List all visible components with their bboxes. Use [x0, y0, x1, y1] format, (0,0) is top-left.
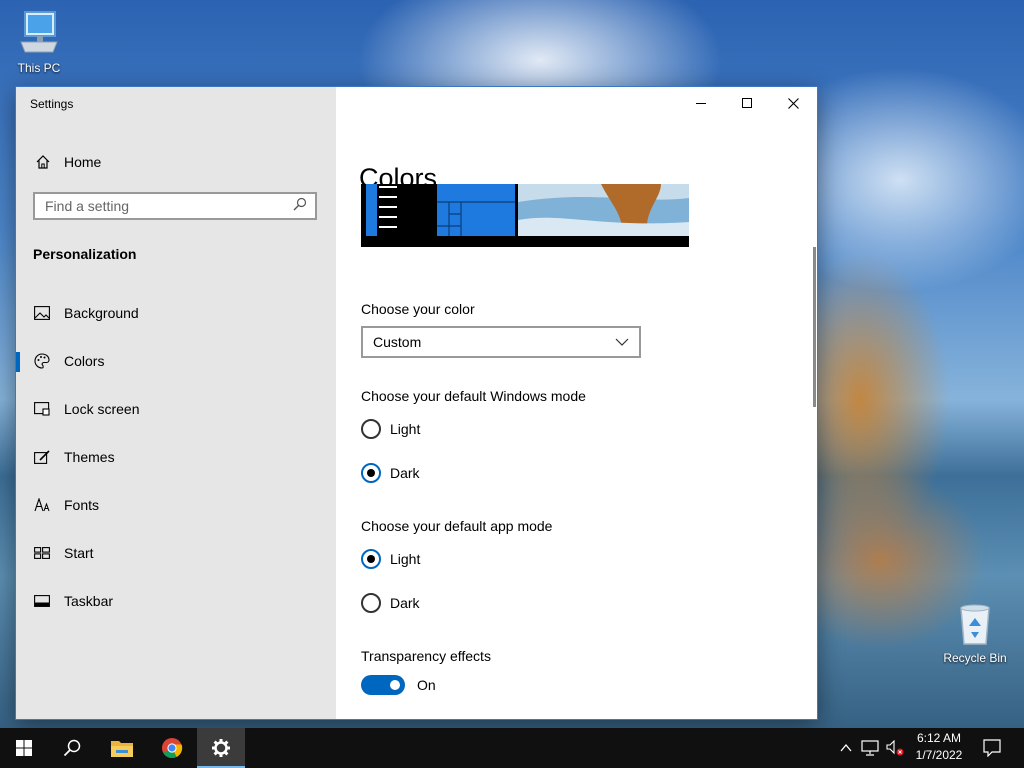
show-hidden-icons-button[interactable] [836, 728, 856, 768]
sidebar-item-label: Start [64, 545, 94, 561]
settings-sidebar: Settings Home Personalization Background [16, 87, 336, 719]
close-button[interactable] [770, 87, 816, 119]
start-icon [32, 547, 52, 559]
close-icon [787, 97, 799, 109]
transparency-toggle[interactable]: On [361, 675, 436, 695]
maximize-icon [742, 98, 752, 108]
sidebar-item-label: Home [64, 154, 102, 170]
settings-main: Colors Choose your color Custom Choose y… [336, 87, 817, 719]
sidebar-item-background[interactable]: Background [16, 293, 336, 333]
minimize-button[interactable] [678, 87, 724, 119]
toggle-state-label: On [417, 677, 436, 693]
sidebar-item-colors[interactable]: Colors [16, 341, 336, 381]
sidebar-item-taskbar[interactable]: Taskbar [16, 581, 336, 621]
radio-circle-selected [361, 549, 381, 569]
settings-icon [212, 739, 230, 757]
desktop-icon-this-pc[interactable]: This PC [4, 10, 74, 75]
toggle-switch[interactable] [361, 675, 405, 695]
dropdown-value: Custom [373, 334, 422, 350]
sidebar-item-lock-screen[interactable]: Lock screen [16, 389, 336, 429]
minimize-icon [696, 103, 706, 104]
chevron-down-icon [615, 338, 629, 346]
search-input[interactable] [45, 198, 293, 214]
sidebar-item-themes[interactable]: Themes [16, 437, 336, 477]
volume-muted-icon [886, 740, 904, 756]
taskbar-chrome[interactable] [148, 728, 196, 768]
desktop-icon-label: Recycle Bin [943, 651, 1007, 665]
clock-date: 1/7/2022 [915, 748, 963, 762]
monitor-icon [20, 11, 58, 53]
color-preview-image [361, 184, 689, 247]
app-mode-label: Choose your default app mode [361, 518, 553, 534]
sidebar-item-home[interactable]: Home [32, 151, 101, 173]
desktop-icon-label: This PC [17, 61, 61, 75]
palette-icon [32, 353, 52, 369]
radio-label: Dark [390, 595, 420, 611]
taskbar: 6:12 AM 1/7/2022 [0, 728, 1024, 768]
file-explorer-icon [111, 741, 133, 757]
search-icon [63, 739, 81, 757]
section-title: Personalization [33, 246, 137, 262]
windows-mode-light-radio[interactable]: Light [361, 419, 420, 439]
transparency-label: Transparency effects [361, 648, 491, 664]
taskbar-search-button[interactable] [48, 728, 96, 768]
sidebar-item-label: Colors [64, 353, 105, 369]
app-mode-dark-radio[interactable]: Dark [361, 593, 420, 613]
window-title: Settings [30, 97, 74, 111]
color-mode-dropdown[interactable]: Custom [361, 326, 641, 358]
network-icon [861, 740, 879, 756]
home-icon [32, 154, 54, 170]
radio-label: Light [390, 551, 421, 567]
radio-label: Light [390, 421, 421, 437]
search-icon[interactable] [293, 197, 307, 216]
font-icon [32, 498, 52, 512]
settings-window: Settings Home Personalization Background [16, 87, 817, 719]
windows-mode-dark-radio[interactable]: Dark [361, 463, 420, 483]
sidebar-item-label: Background [64, 305, 139, 321]
chrome-icon [162, 738, 183, 759]
sidebar-item-label: Lock screen [64, 401, 140, 417]
sidebar-item-start[interactable]: Start [16, 533, 336, 573]
brush-icon [32, 450, 52, 464]
action-center-button[interactable] [978, 728, 1006, 768]
windows-mode-label: Choose your default Windows mode [361, 388, 586, 404]
system-clock[interactable]: 6:12 AM 1/7/2022 [904, 730, 974, 764]
windows-logo-icon [16, 740, 32, 756]
volume-tray-button[interactable] [884, 728, 906, 768]
search-box[interactable] [33, 192, 317, 220]
chevron-up-icon [840, 744, 852, 752]
desktop-icon-recycle-bin[interactable]: Recycle Bin [940, 602, 1010, 665]
radio-circle [361, 593, 381, 613]
sidebar-item-fonts[interactable]: Fonts [16, 485, 336, 525]
picture-icon [32, 306, 52, 320]
network-tray-button[interactable] [858, 728, 882, 768]
taskbar-file-explorer[interactable] [98, 728, 146, 768]
notification-icon [983, 739, 1001, 757]
start-button[interactable] [0, 728, 48, 768]
sidebar-item-label: Themes [64, 449, 115, 465]
taskbar-settings[interactable] [197, 728, 245, 768]
clock-time: 6:12 AM [916, 731, 962, 745]
sidebar-item-label: Taskbar [64, 593, 114, 609]
app-mode-light-radio[interactable]: Light [361, 549, 420, 569]
radio-circle [361, 419, 381, 439]
lock-screen-icon [32, 402, 52, 416]
sidebar-item-label: Fonts [64, 497, 100, 513]
taskbar-icon [32, 595, 52, 607]
radio-label: Dark [390, 465, 420, 481]
maximize-button[interactable] [724, 87, 770, 119]
radio-circle-selected [361, 463, 381, 483]
scrollbar-thumb[interactable] [813, 247, 816, 407]
choose-color-label: Choose your color [361, 301, 475, 317]
recycle-bin-icon [960, 604, 990, 645]
